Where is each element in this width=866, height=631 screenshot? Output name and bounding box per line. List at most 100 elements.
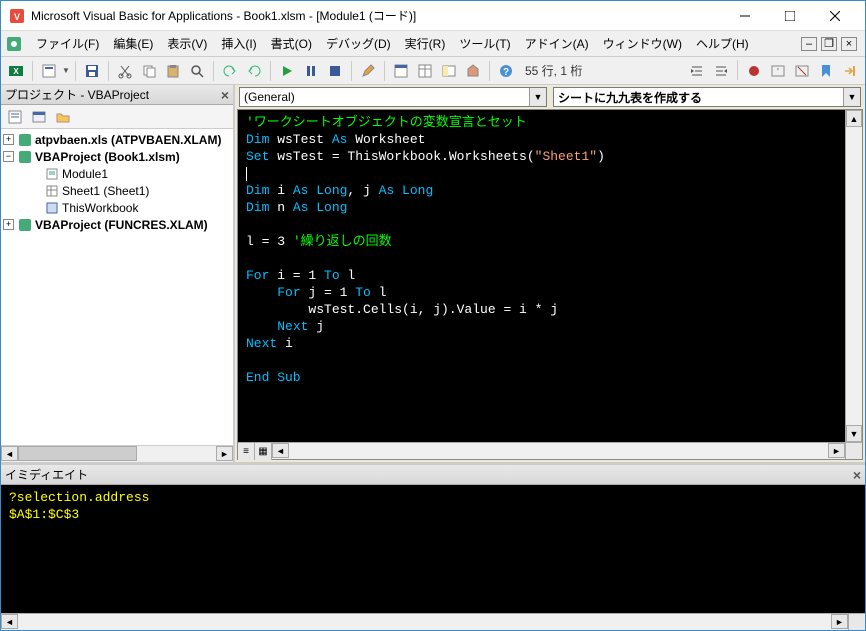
procedure-view-button[interactable]: ≡ [238,443,255,460]
breakpoint-button[interactable] [743,60,765,82]
project-tree[interactable]: + atpvbaen.xls (ATPVBAEN.XLAM) − VBAProj… [1,129,233,445]
view-code-icon[interactable] [5,107,25,127]
mdi-restore-icon[interactable]: ❐ [821,37,837,51]
insert-module-button[interactable] [38,60,60,82]
titlebar: V Microsoft Visual Basic for Application… [1,1,865,31]
folder-icon[interactable] [53,107,73,127]
design-mode-button[interactable] [357,60,379,82]
immediate-window[interactable]: ?selection.address$A$1:$C$3 [1,485,865,613]
menu-insert[interactable]: 挿入(I) [214,32,263,55]
step-button[interactable] [839,60,861,82]
procedure-dropdown[interactable]: シートに九九表を作成する ▼ [553,87,861,107]
project-pane-title: プロジェクト - VBAProject × [1,85,233,105]
project-hscrollbar[interactable]: ◄► [1,445,233,462]
project-icon [17,217,33,233]
tree-label: Sheet1 (Sheet1) [62,184,149,198]
expand-icon[interactable]: + [3,134,14,145]
bookmark-button[interactable] [815,60,837,82]
collapse-icon[interactable]: − [3,151,14,162]
immediate-hscrollbar[interactable]: ◄ ► [1,613,865,630]
chevron-down-icon[interactable]: ▼ [529,88,546,106]
tree-label: atpvbaen.xls (ATPVBAEN.XLAM) [35,133,221,147]
immediate-line: $A$1:$C$3 [9,506,857,523]
menu-help[interactable]: ヘルプ(H) [689,32,756,55]
workbook-icon [44,200,60,216]
tree-label: VBAProject (FUNCRES.XLAM) [35,218,208,232]
menu-view[interactable]: 表示(V) [160,32,214,55]
tree-item-module1[interactable]: Module1 [3,165,231,182]
module-icon [44,166,60,182]
immediate-close-icon[interactable]: × [853,467,861,483]
project-pane-close-icon[interactable]: × [221,87,229,103]
object-dropdown-value: (General) [244,90,295,104]
svg-text:V: V [14,12,20,22]
menubar: ファイル(F) 編集(E) 表示(V) 挿入(I) 書式(O) デバッグ(D) … [1,31,865,57]
chevron-down-icon[interactable]: ▼ [843,88,860,106]
editor-bottom-bar: ≡ ▦ ◄ ► [238,442,862,459]
tree-label: VBAProject (Book1.xlsm) [35,150,180,164]
indent-button[interactable] [686,60,708,82]
toolbar: X ▼ ? 55 行, 1 桁 ' [1,57,865,85]
menu-tools[interactable]: ツール(T) [452,32,517,55]
undo-button[interactable] [219,60,241,82]
toolbox-button[interactable] [462,60,484,82]
uncomment-block-button[interactable] [791,60,813,82]
reset-button[interactable] [324,60,346,82]
worksheet-icon [44,183,60,199]
break-button[interactable] [300,60,322,82]
properties-button[interactable] [414,60,436,82]
outdent-button[interactable] [710,60,732,82]
project-pane-toolbar [1,105,233,129]
immediate-pane-title: イミディエイト × [1,465,865,485]
tree-item-funcres[interactable]: + VBAProject (FUNCRES.XLAM) [3,216,231,233]
cut-button[interactable] [114,60,136,82]
project-icon [17,132,33,148]
insert-dropdown[interactable]: ▼ [62,66,70,75]
project-pane-title-text: プロジェクト - VBAProject [5,86,149,103]
run-button[interactable] [276,60,298,82]
help-button[interactable]: ? [495,60,517,82]
paste-button[interactable] [162,60,184,82]
vba-icon [5,35,23,53]
menu-format[interactable]: 書式(O) [264,32,319,55]
menu-edit[interactable]: 編集(E) [106,32,160,55]
tree-label: ThisWorkbook [62,201,138,215]
view-object-icon[interactable] [29,107,49,127]
menu-debug[interactable]: デバッグ(D) [319,32,398,55]
expand-icon[interactable]: + [3,219,14,230]
copy-button[interactable] [138,60,160,82]
editor-vscrollbar[interactable]: ▲▼ [845,110,862,442]
menu-run[interactable]: 実行(R) [398,32,453,55]
tree-item-sheet1[interactable]: Sheet1 (Sheet1) [3,182,231,199]
object-browser-button[interactable] [438,60,460,82]
comment-block-button[interactable]: ' [767,60,789,82]
project-explorer-button[interactable] [390,60,412,82]
full-module-view-button[interactable]: ▦ [255,443,272,460]
close-button[interactable] [812,2,857,30]
menu-file[interactable]: ファイル(F) [29,32,106,55]
editor-hscrollbar[interactable]: ◄ ► [272,443,845,459]
code-editor[interactable]: 'ワークシートオブジェクトの変数宣言とセット Dim wsTest As Wor… [238,110,845,442]
redo-button[interactable] [243,60,265,82]
menu-window[interactable]: ウィンドウ(W) [596,32,689,55]
tree-item-book1[interactable]: − VBAProject (Book1.xlsm) [3,148,231,165]
mdi-minimize-icon[interactable]: – [801,37,817,51]
mdi-close-icon[interactable]: × [841,37,857,51]
window-title: Microsoft Visual Basic for Applications … [31,7,722,24]
tree-label: Module1 [62,167,108,181]
tree-item-thisworkbook[interactable]: ThisWorkbook [3,199,231,216]
find-button[interactable] [186,60,208,82]
maximize-button[interactable] [767,2,812,30]
main-window: V Microsoft Visual Basic for Application… [0,0,866,631]
object-dropdown[interactable]: (General) ▼ [239,87,547,107]
project-explorer-pane: プロジェクト - VBAProject × + atpvbaen.xls (AT… [1,85,235,462]
minimize-button[interactable] [722,2,767,30]
menu-addins[interactable]: アドイン(A) [518,32,596,55]
procedure-dropdown-value: シートに九九表を作成する [558,89,702,106]
view-excel-button[interactable]: X [5,60,27,82]
svg-text:X: X [13,67,19,76]
svg-text:': ' [777,67,779,78]
save-button[interactable] [81,60,103,82]
immediate-title-text: イミディエイト [5,466,88,483]
tree-item-atpvbaen[interactable]: + atpvbaen.xls (ATPVBAEN.XLAM) [3,131,231,148]
